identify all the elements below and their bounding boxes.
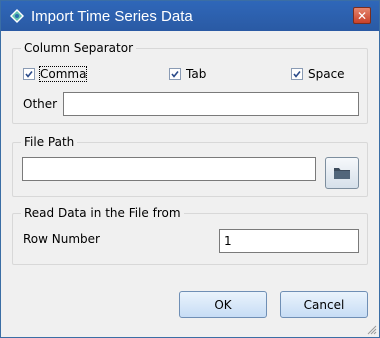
resize-grip-icon[interactable] [367,325,377,335]
comma-checkbox-row[interactable]: Comma [23,66,88,82]
import-time-series-dialog: Import Time Series Data ✕ Column Separat… [0,0,380,338]
file-path-legend: File Path [21,135,78,149]
file-path-group: File Path [12,135,368,197]
tab-checkbox-row[interactable]: Tab [169,67,206,81]
other-separator-input[interactable] [63,92,359,116]
space-label: Space [308,67,345,81]
window-title: Import Time Series Data [31,7,193,25]
tab-checkbox[interactable] [169,68,181,80]
check-icon [171,71,179,78]
check-icon [293,71,301,78]
cancel-button[interactable]: Cancel [280,291,368,318]
browse-folder-button[interactable] [325,157,359,189]
row-number-label: Row Number [23,232,100,246]
folder-icon [334,168,350,179]
ok-button[interactable]: OK [179,291,267,318]
other-label: Other [23,97,58,111]
file-path-input[interactable] [22,157,316,181]
close-icon: ✕ [356,8,368,23]
close-button[interactable]: ✕ [353,7,371,24]
comma-label: Comma [38,66,88,82]
space-checkbox-row[interactable]: Space [291,67,345,81]
comma-checkbox[interactable] [23,68,35,80]
check-icon [25,71,33,78]
row-number-input[interactable]: 1 [219,229,359,253]
read-data-legend: Read Data in the File from [21,206,184,220]
tab-label: Tab [186,67,207,81]
app-icon [10,9,24,23]
space-checkbox[interactable] [291,68,303,80]
column-separator-group: Column Separator Comma Tab Space Other [12,41,368,124]
read-data-group: Read Data in the File from Row Number 1 [12,206,368,265]
column-separator-legend: Column Separator [21,41,137,55]
title-bar[interactable]: Import Time Series Data ✕ [1,1,379,31]
